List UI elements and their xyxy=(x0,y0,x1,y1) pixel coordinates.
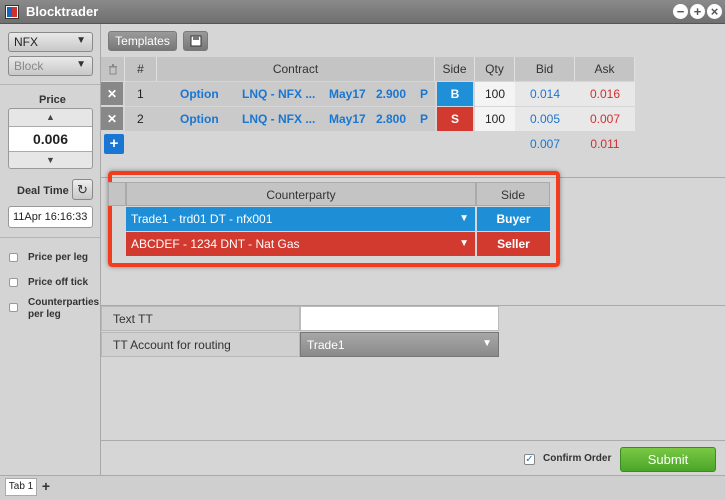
counterparties-per-leg-label: Counterparties per leg xyxy=(28,297,100,320)
remove-leg-button[interactable]: ✕ xyxy=(101,82,123,106)
leg-strike: 2.900 xyxy=(376,87,407,101)
leg-qty[interactable]: 100 xyxy=(475,107,515,131)
total-bid: 0.007 xyxy=(529,137,561,151)
price-label: Price xyxy=(39,94,66,106)
price-off-tick-label: Price off tick xyxy=(28,277,89,288)
confirm-order-checkbox[interactable]: ✓ xyxy=(524,454,535,465)
tab-bar: Tab 1 + xyxy=(0,475,725,500)
tab-1[interactable]: Tab 1 xyxy=(5,478,37,496)
column-header-counterparty: Counterparty xyxy=(126,182,476,206)
templates-button[interactable]: Templates xyxy=(108,31,177,51)
leg-type[interactable]: Option xyxy=(180,82,219,106)
leg-bid: 0.005 xyxy=(515,107,575,131)
price-value[interactable]: 0.006 xyxy=(9,126,92,152)
leg-contract[interactable]: LNQ - NFX ... xyxy=(242,82,315,106)
legs-table: # Contract Side Qty Bid Ask ✕ 1 Option L… xyxy=(101,57,725,177)
add-tab-icon[interactable]: + xyxy=(39,479,53,493)
column-header-contract: Contract xyxy=(157,57,435,81)
side-sell-button[interactable]: S xyxy=(437,107,473,131)
confirm-order-label: Confirm Order xyxy=(543,453,612,464)
exchange-value: NFX xyxy=(14,35,38,49)
save-icon xyxy=(190,35,201,47)
seller-counterparty-dropdown[interactable]: ABCDEF - 1234 DNT - Nat Gas ▼ xyxy=(126,232,475,256)
chevron-down-icon: ▼ xyxy=(459,238,469,249)
chevron-down-icon: ▼ xyxy=(459,213,469,224)
app-logo-icon xyxy=(5,5,19,19)
refresh-time-button[interactable]: ↻ xyxy=(72,179,93,200)
leg-ask: 0.007 xyxy=(575,107,635,131)
seller-counterparty-value: ABCDEF - 1234 DNT - Nat Gas xyxy=(131,237,300,251)
leg-month: May17 xyxy=(329,87,366,101)
leg-qty[interactable]: 100 xyxy=(475,82,515,106)
toolbar: Templates xyxy=(101,24,725,57)
leg-put-call: P xyxy=(420,112,429,126)
chevron-down-icon: ▼ xyxy=(76,35,86,46)
side-buy-button[interactable]: B xyxy=(437,82,473,106)
window-title: Blocktrader xyxy=(26,4,99,19)
price-per-leg-label: Price per leg xyxy=(28,252,89,263)
submit-button[interactable]: Submit xyxy=(620,447,716,472)
column-header-num: # xyxy=(125,57,157,81)
type-dropdown[interactable]: Block ▼ xyxy=(8,56,93,76)
deal-time-field[interactable]: 11Apr 16:16:33 xyxy=(8,206,93,228)
routing-account-label: TT Account for routing xyxy=(101,332,300,357)
decrement-arrow-icon[interactable]: ▼ xyxy=(9,152,92,168)
price-stepper[interactable]: ▲ 0.006 ▼ xyxy=(8,108,93,169)
routing-account-value: Trade1 xyxy=(307,338,345,352)
leg-number: 2 xyxy=(137,112,144,126)
buyer-counterparty-value: Trade1 - trd01 DT - nfx001 xyxy=(131,212,273,226)
column-header-qty: Qty xyxy=(475,57,515,81)
add-leg-button[interactable]: + xyxy=(104,134,124,154)
minimize-icon[interactable]: − xyxy=(673,4,688,19)
leg-type[interactable]: Option xyxy=(180,107,219,131)
left-panel: NFX ▼ Block ▼ Price ▲ 0.006 ▼ Deal Time … xyxy=(0,24,101,475)
maximize-icon[interactable]: + xyxy=(690,4,705,19)
price-per-leg-checkbox[interactable] xyxy=(9,253,18,262)
delete-all-column-header[interactable] xyxy=(101,57,125,81)
save-template-button[interactable] xyxy=(183,31,208,51)
column-header-cp-side: Side xyxy=(476,182,550,206)
price-off-tick-checkbox[interactable] xyxy=(9,278,18,287)
column-header-side: Side xyxy=(435,57,475,81)
column-header-bid: Bid xyxy=(515,57,575,81)
leg-bid: 0.014 xyxy=(515,82,575,106)
leg-ask: 0.016 xyxy=(575,82,635,106)
leg-number: 1 xyxy=(137,87,144,101)
leg-month: May17 xyxy=(329,112,366,126)
chevron-down-icon: ▼ xyxy=(76,59,86,70)
text-tt-input[interactable] xyxy=(300,306,499,331)
column-header-ask: Ask xyxy=(575,57,635,81)
trash-icon xyxy=(108,64,117,75)
leg-strike: 2.800 xyxy=(376,112,407,126)
deal-time-label: Deal Time xyxy=(17,185,69,197)
buyer-counterparty-dropdown[interactable]: Trade1 - trd01 DT - nfx001 ▼ xyxy=(126,207,475,231)
divider xyxy=(0,237,100,238)
leg-contract[interactable]: LNQ - NFX ... xyxy=(242,107,315,131)
counterparty-corner-header xyxy=(108,182,126,206)
text-tt-label: Text TT xyxy=(101,306,300,331)
leg-put-call: P xyxy=(420,87,429,101)
exchange-dropdown[interactable]: NFX ▼ xyxy=(8,32,93,52)
counterparties-per-leg-checkbox[interactable] xyxy=(9,303,18,312)
total-ask: 0.011 xyxy=(590,137,620,151)
divider xyxy=(0,84,100,85)
title-bar: Blocktrader − + × xyxy=(0,0,725,24)
buyer-side-label: Buyer xyxy=(477,207,550,231)
remove-leg-button[interactable]: ✕ xyxy=(101,107,123,131)
type-value: Block xyxy=(14,59,44,73)
close-icon[interactable]: × xyxy=(707,4,722,19)
refresh-icon: ↻ xyxy=(77,182,88,197)
routing-account-dropdown[interactable]: Trade1 ▼ xyxy=(300,332,499,357)
increment-arrow-icon[interactable]: ▲ xyxy=(9,109,92,125)
chevron-down-icon: ▼ xyxy=(482,338,492,349)
seller-side-label: Seller xyxy=(477,232,550,256)
